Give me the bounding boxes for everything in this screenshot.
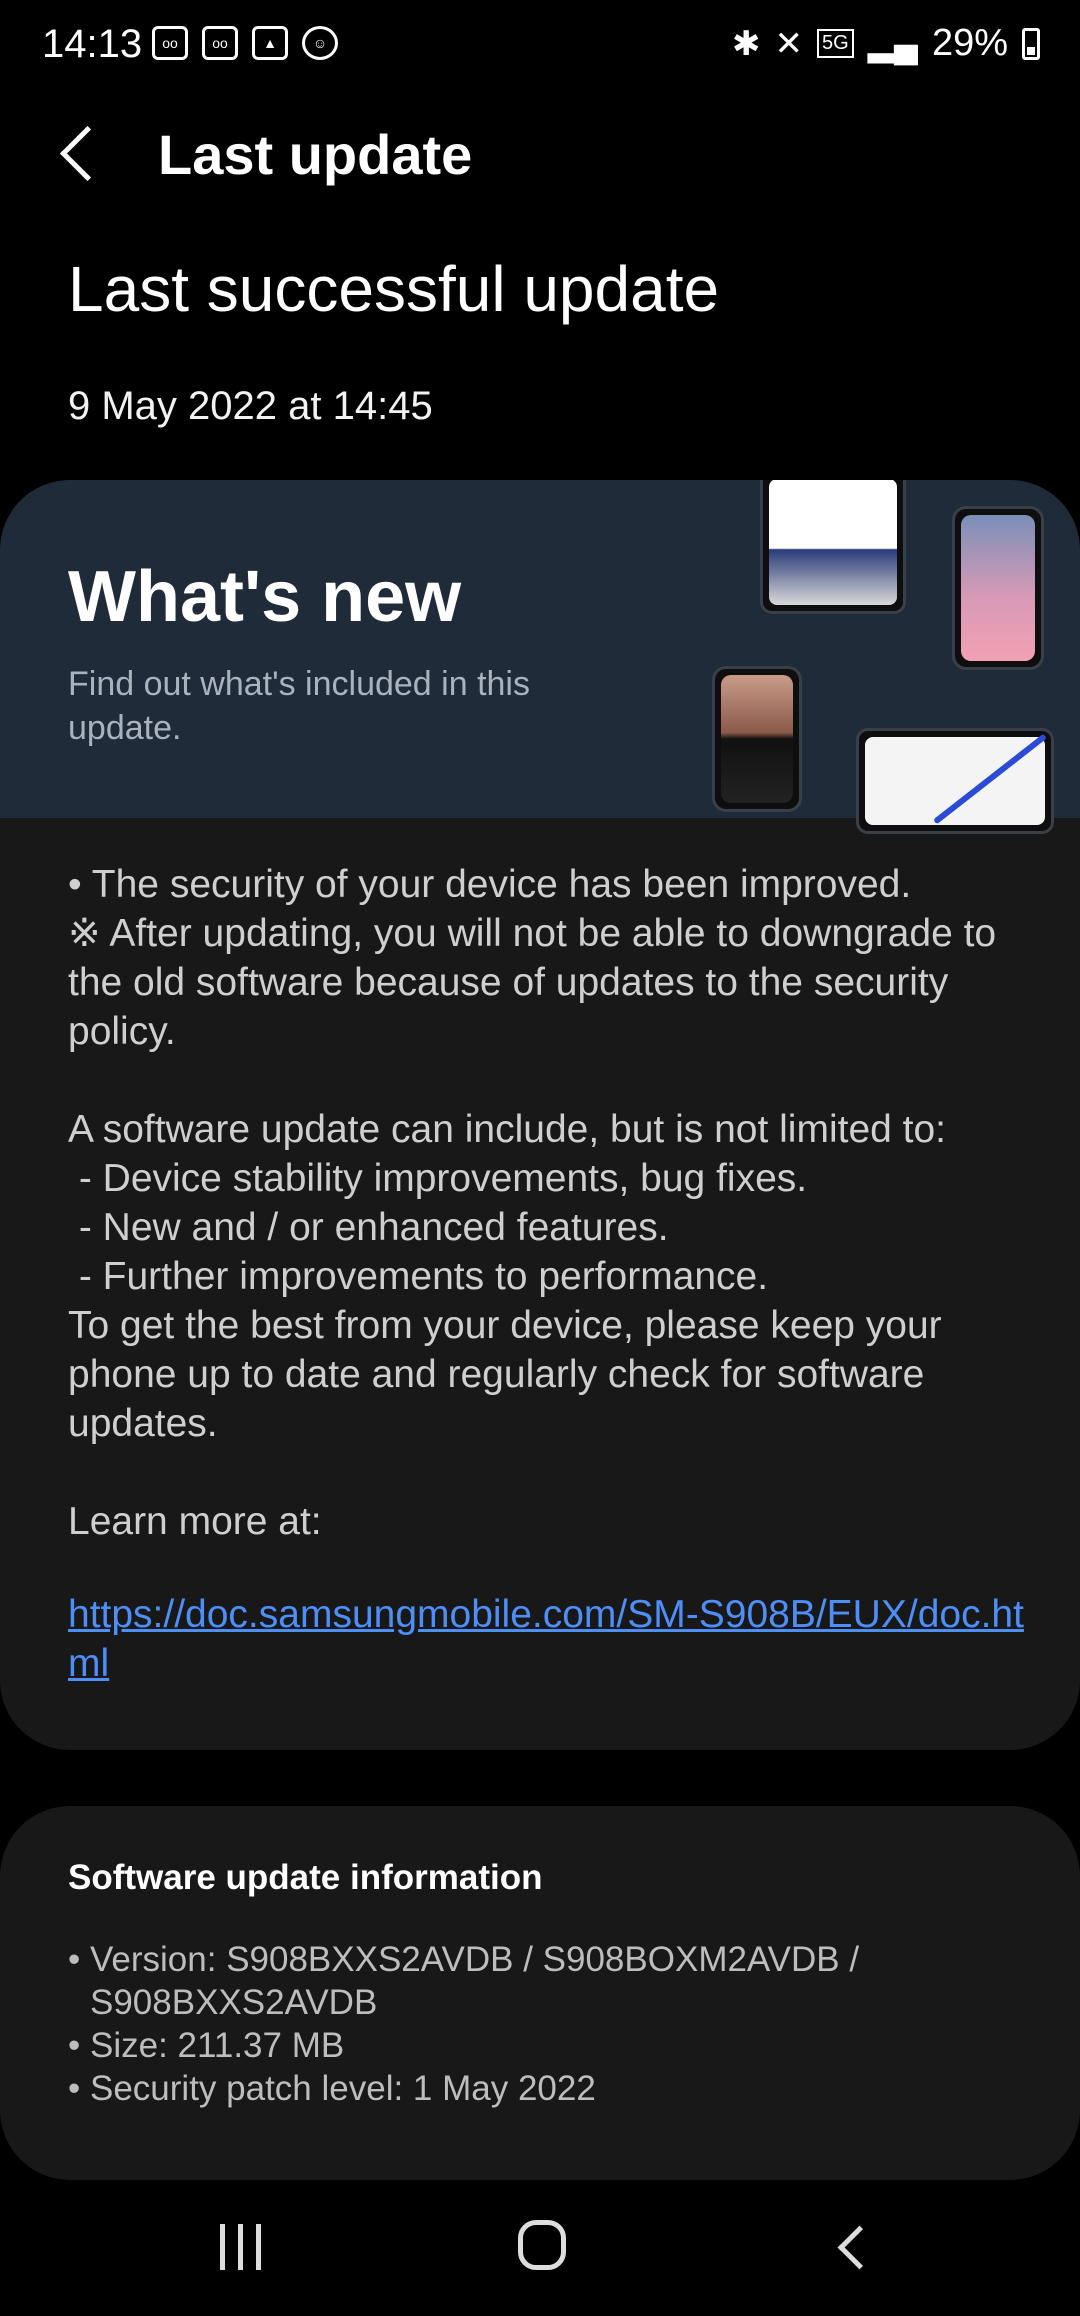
whats-new-title: What's new (68, 557, 462, 637)
flip-phone-illustration (712, 666, 802, 812)
voicemail-icon: oo (202, 26, 238, 60)
5g-icon: 5G (817, 29, 854, 58)
tablet-illustration (856, 728, 1054, 834)
list-item: • Security patch level: 1 May 2022 (68, 2069, 596, 2108)
system-icons: ✱ ✕ 5G ▂▄ 29% (732, 22, 1040, 65)
whats-new-banner: What's new Find out what's included in t… (0, 480, 1080, 834)
bluetooth-icon: ✱ (732, 24, 761, 63)
status-bar: 14:13 oo oo ▲ ☺ ✱ ✕ 5G ▂▄ 29% (0, 0, 1080, 92)
navigation-bar (0, 2190, 1080, 2316)
whats-new-description: • The security of your device has been i… (68, 863, 997, 1543)
size-value: Size: 211.37 MB (90, 2026, 345, 2065)
recent-apps-button[interactable] (218, 2224, 268, 2272)
list-item: • Version: S908BXXS2AVDB / S908BOXM2AVDB … (68, 1938, 968, 2024)
nav-back-button[interactable] (830, 2224, 870, 2270)
mute-icon: ✕ (774, 24, 804, 63)
last-update-heading: Last successful update (68, 253, 720, 325)
phone-illustration (952, 506, 1044, 670)
list-item: • Size: 211.37 MB (68, 2026, 345, 2065)
battery-percent: 29% (931, 22, 1008, 64)
software-info-card: Software update information • Version: S9… (0, 1806, 1080, 2180)
foldable-tablet-illustration (760, 480, 906, 614)
home-button[interactable] (518, 2220, 566, 2270)
whats-new-card: What's new Find out what's included in t… (0, 480, 1080, 1750)
snapchat-icon: ☺ (302, 26, 338, 60)
learn-more-link[interactable]: https://doc.samsungmobile.com/SM-S908B/E… (68, 1590, 1028, 1688)
software-info-list: • Version: S908BXXS2AVDB / S908BOXM2AVDB … (68, 1938, 968, 2110)
status-time: 14:13 (42, 22, 143, 66)
version-value: Version: S908BXXS2AVDB / S908BOXM2AVDB /… (90, 1940, 860, 2022)
whats-new-subtitle: Find out what's included in this update. (68, 665, 530, 747)
gallery-icon: ▲ (252, 26, 288, 60)
signal-icon: ▂▄ (867, 24, 918, 63)
software-info-title: Software update information (68, 1858, 543, 1897)
voicemail-icon: oo (152, 26, 188, 60)
last-update-date: 9 May 2022 at 14:45 (68, 384, 433, 428)
battery-icon (1022, 27, 1040, 60)
page-title: Last update (158, 123, 473, 186)
security-patch-value: Security patch level: 1 May 2022 (90, 2069, 596, 2108)
back-button[interactable] (52, 120, 112, 190)
notification-icons: oo oo ▲ ☺ (152, 26, 338, 60)
